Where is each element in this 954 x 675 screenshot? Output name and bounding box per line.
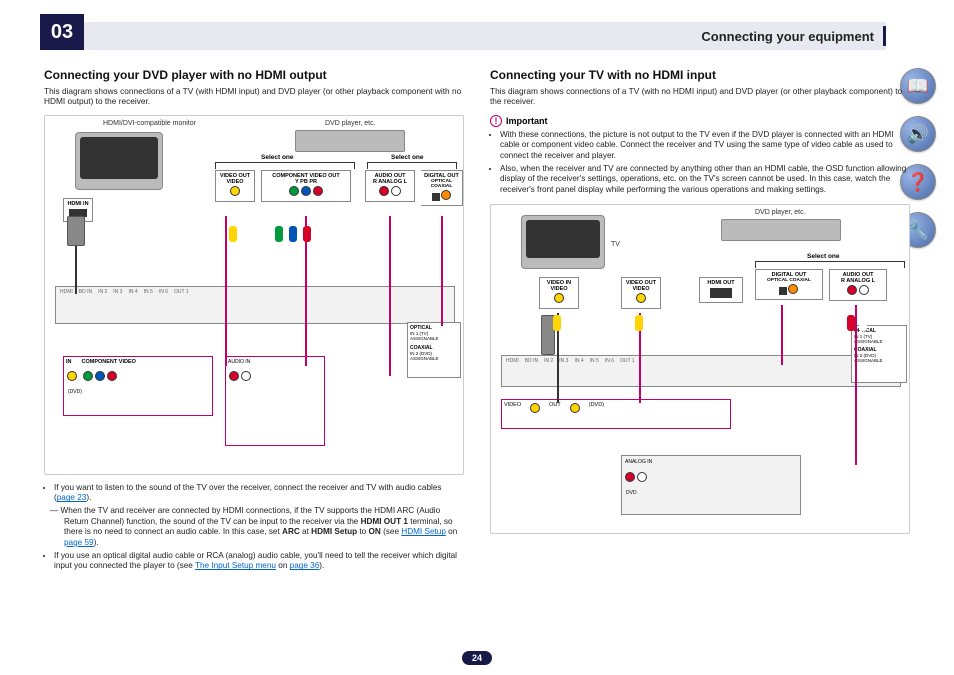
page23-link[interactable]: page 23 xyxy=(57,493,87,502)
hdmi-out-box: HDMI OUT xyxy=(699,277,743,303)
recv-dvd-label-r: (DVD) xyxy=(589,402,604,414)
receiver-hdmi-row-r: HDMIBD ININ 2IN 3IN 4IN 5IN 6OUT 1 xyxy=(501,355,901,387)
recv-in2-label: IN 2 (DVD) xyxy=(410,351,432,356)
page59-link[interactable]: page 59 xyxy=(64,538,94,547)
dvd-device-right xyxy=(721,219,841,241)
analog-in-label: ANALOG IN xyxy=(625,459,652,465)
important-bullet-2: Also, when the receiver and TV are conne… xyxy=(500,164,910,196)
dvd-video-out-label: VIDEO OUT xyxy=(624,280,658,286)
left-column: Connecting your DVD player with no HDMI … xyxy=(44,68,464,574)
video-sub-label: VIDEO xyxy=(218,179,252,185)
select-one-right: Select one xyxy=(807,253,840,260)
analog-label-r: R ANALOG L xyxy=(832,278,884,284)
tv-video-sub: VIDEO xyxy=(542,286,576,292)
tv-device xyxy=(75,132,163,190)
select-bracket-audio xyxy=(367,162,457,168)
dvd-label-right: DVD player, etc. xyxy=(755,209,806,216)
recv-assign2-r: ASSIGNABLE xyxy=(854,358,904,363)
recv-digital-in-r: OPTICAL IN 1 (TV) ASSIGNABLE COAXIAL IN … xyxy=(851,325,907,383)
recv-assignable2: ASSIGNABLE xyxy=(410,356,458,361)
cable-digital xyxy=(441,216,443,326)
cable-analog xyxy=(389,216,391,376)
recv-assign1-r: ASSIGNABLE xyxy=(854,339,904,344)
hdmi-in-label: HDMI IN xyxy=(66,201,90,207)
hdmi-setup-link[interactable]: HDMI Setup xyxy=(401,527,446,536)
monitor-label: HDMI/DVI-compatible monitor xyxy=(103,120,196,127)
tv-video-in-box: VIDEO IN VIDEO xyxy=(539,277,579,309)
digital-out-box: DIGITAL OUT OPTICAL COAXIAL xyxy=(421,170,463,206)
right-section-desc: This diagram shows connections of a TV (… xyxy=(490,86,910,107)
tv-label-right: TV xyxy=(611,241,620,248)
digital-out-label: DIGITAL OUT xyxy=(423,173,460,179)
dvd-video-out-box: VIDEO OUT VIDEO xyxy=(621,277,661,309)
tv-device-right xyxy=(521,215,605,269)
left-bullet-1: If you want to listen to the sound of th… xyxy=(54,483,464,504)
page-number: 24 xyxy=(462,651,492,665)
recv-comp-label: COMPONENT VIDEO xyxy=(82,359,136,365)
select-bracket-video xyxy=(215,162,355,168)
recv-video-section: INCOMPONENT VIDEO (DVD) xyxy=(63,356,213,416)
hdmi-out-label: HDMI OUT xyxy=(702,280,740,286)
recv-assignable1: ASSIGNABLE xyxy=(410,336,458,341)
ypbpr-label: Y PB PR xyxy=(264,179,348,185)
recv-analog-section: ANALOG IN DVD xyxy=(621,455,801,515)
cable-analog-r xyxy=(855,305,857,465)
cable-vid xyxy=(225,216,227,366)
right-column: Connecting your TV with no HDMI input Th… xyxy=(490,68,910,534)
recv-dvd-label: (DVD) xyxy=(64,389,212,395)
important-bullets: With these connections, the picture is n… xyxy=(490,130,910,196)
video-out-label: VIDEO OUT xyxy=(218,173,252,179)
left-bullets: If you want to listen to the sound of th… xyxy=(44,483,464,572)
left-diagram: HDMI/DVI-compatible monitor HDMI IN DVD … xyxy=(44,115,464,475)
cable-digital-r xyxy=(781,305,783,365)
cable-hdmi xyxy=(75,246,77,294)
recv-in1-label: IN 1 (TV) xyxy=(410,331,428,336)
recv-out-label-r: OUT xyxy=(549,402,561,414)
important-bullet-1: With these connections, the picture is n… xyxy=(500,130,910,162)
left-section-desc: This diagram shows connections of a TV (… xyxy=(44,86,464,107)
audio-out-box: AUDIO OUT R ANALOG L xyxy=(365,170,415,202)
recv-audio-section: AUDIO IN xyxy=(225,356,325,446)
tv-video-in-label: VIDEO IN xyxy=(542,280,576,286)
chapter-title: Connecting your equipment xyxy=(701,22,882,50)
select-one-audio: Select one xyxy=(391,154,424,161)
component-out-box: COMPONENT VIDEO OUT Y PB PR xyxy=(261,170,351,202)
recv-video-row-r: VIDEO OUT (DVD) xyxy=(501,399,731,429)
audio-out-label: AUDIO OUT xyxy=(368,173,412,179)
recv-hdmi-label: HDMI xyxy=(60,289,73,295)
recv-digital-in: OPTICAL IN 1 (TV) ASSIGNABLE COAXIAL IN … xyxy=(407,322,461,378)
dvd-device-left xyxy=(295,130,405,152)
select-bracket-right xyxy=(755,261,905,267)
analog-label: R ANALOG L xyxy=(368,179,412,185)
page36-link[interactable]: page 36 xyxy=(290,561,320,570)
opt-coax-label: OPTICAL COAXIAL xyxy=(423,179,460,189)
important-label: Important xyxy=(506,116,548,126)
left-bullet-2: If you use an optical digital audio cabl… xyxy=(54,551,464,572)
dvd-video-sub: VIDEO xyxy=(624,286,658,292)
component-out-label: COMPONENT VIDEO OUT xyxy=(264,173,348,179)
left-bullet-1-sub: When the TV and receiver are connected b… xyxy=(54,506,464,549)
video-out-box: VIDEO OUT VIDEO xyxy=(215,170,255,202)
recv-video-label-r: VIDEO xyxy=(504,402,521,414)
dvd-label-left: DVD player, etc. xyxy=(325,120,376,127)
audio-out-right: AUDIO OUT R ANALOG L xyxy=(829,269,887,301)
digital-out-right: DIGITAL OUT OPTICAL COAXIAL xyxy=(755,269,823,300)
important-header: ! Important xyxy=(490,115,910,127)
receiver-hdmi-row: HDMIBD ININ 2IN 3IN 4IN 5IN 6OUT 1 xyxy=(55,286,455,324)
chapter-number: 03 xyxy=(40,14,84,50)
input-setup-link[interactable]: The Input Setup menu xyxy=(195,561,276,570)
right-section-title: Connecting your TV with no HDMI input xyxy=(490,68,910,82)
recv-out1-label: OUT 1 xyxy=(174,289,189,295)
hdmi-connector xyxy=(67,216,85,246)
opt-coax-label-r: OPTICAL COAXIAL xyxy=(758,278,820,283)
select-one-video: Select one xyxy=(261,154,294,161)
left-section-title: Connecting your DVD player with no HDMI … xyxy=(44,68,464,82)
recv-hdmi-label-r: HDMI xyxy=(506,358,519,364)
right-diagram: TV DVD player, etc. VIDEO IN VIDEO VIDEO… xyxy=(490,204,910,534)
important-icon: ! xyxy=(490,115,502,127)
